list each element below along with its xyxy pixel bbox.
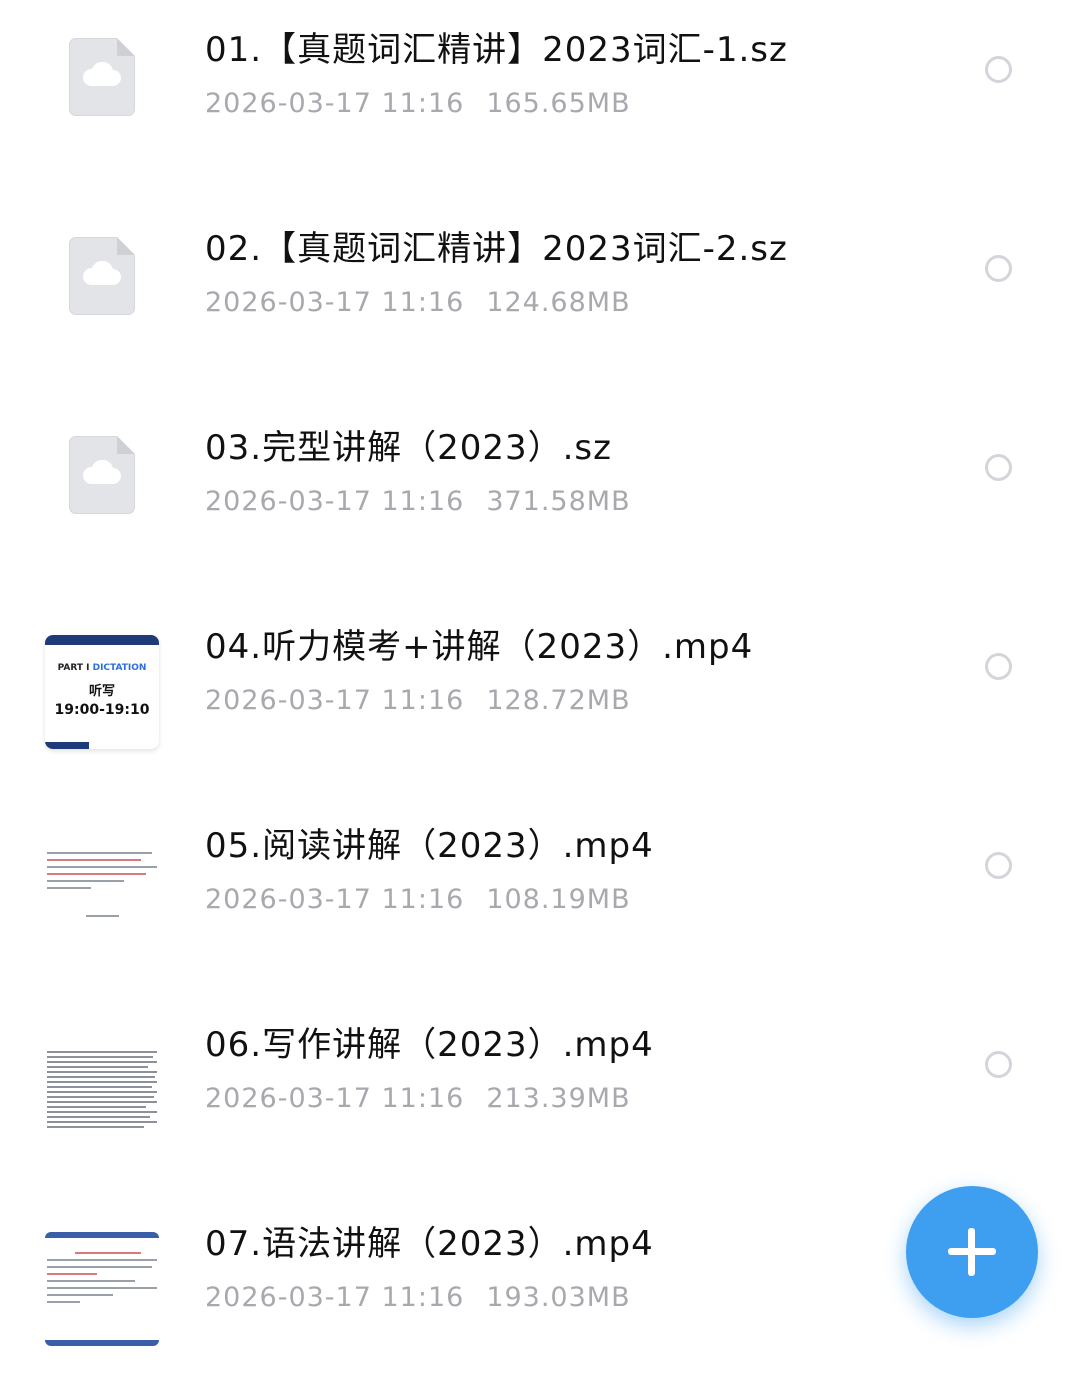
cloud-file-icon	[69, 237, 135, 315]
file-meta: 2026-03-17 11:16 128.72MB	[205, 685, 631, 716]
file-meta: 2026-03-17 11:16 213.39MB	[205, 1083, 631, 1114]
file-size: 128.72MB	[486, 685, 631, 716]
file-date: 2026-03-17 11:16	[205, 287, 465, 318]
file-date: 2026-03-17 11:16	[205, 884, 465, 915]
file-name: 01.【真题词汇精讲】2023词汇-1.sz	[205, 30, 788, 70]
cloud-file-icon	[69, 436, 135, 514]
file-size: 193.03MB	[486, 1282, 631, 1313]
file-thumbnail	[45, 38, 159, 152]
file-size: 108.19MB	[486, 884, 631, 915]
file-date: 2026-03-17 11:16	[205, 486, 465, 517]
file-meta: 2026-03-17 11:16 165.65MB	[205, 88, 631, 119]
file-list: 01.【真题词汇精讲】2023词汇-1.sz 2026-03-17 11:16 1…	[0, 0, 1080, 1389]
add-button[interactable]	[906, 1186, 1038, 1318]
thumb-title: 听写	[88, 684, 115, 699]
cloud-file-icon	[69, 38, 135, 116]
file-size: 124.68MB	[486, 287, 631, 318]
file-name: 04.听力模考+讲解（2023）.mp4	[205, 627, 754, 667]
select-radio[interactable]	[985, 852, 1012, 879]
file-name: 02.【真题词汇精讲】2023词汇-2.sz	[205, 229, 788, 269]
file-size: 371.58MB	[486, 486, 631, 517]
thumb-part-label: PART I	[57, 663, 90, 673]
video-thumbnail	[45, 834, 159, 948]
file-meta: 2026-03-17 11:16 193.03MB	[205, 1282, 631, 1313]
file-date: 2026-03-17 11:16	[205, 685, 465, 716]
file-row[interactable]: 03.完型讲解（2023）.sz 2026-03-17 11:16 371.58M…	[0, 398, 1080, 597]
file-meta: 2026-03-17 11:16 108.19MB	[205, 884, 631, 915]
file-row[interactable]: 05.阅读讲解（2023）.mp4 2026-03-17 11:16 108.19…	[0, 796, 1080, 995]
file-meta: 2026-03-17 11:16 124.68MB	[205, 287, 631, 318]
file-thumbnail	[45, 1033, 159, 1147]
file-row[interactable]: 02.【真题词汇精讲】2023词汇-2.sz 2026-03-17 11:16 1…	[0, 199, 1080, 398]
select-radio[interactable]	[985, 1051, 1012, 1078]
file-thumbnail	[45, 834, 159, 948]
file-date: 2026-03-17 11:16	[205, 88, 465, 119]
video-thumbnail	[45, 1033, 159, 1147]
file-meta: 2026-03-17 11:16 371.58MB	[205, 486, 631, 517]
file-thumbnail: PART I DICTATION 听写 19:00-19:10	[45, 635, 159, 749]
file-row[interactable]: PART I DICTATION 听写 19:00-19:10 04.听力模考+…	[0, 597, 1080, 796]
video-thumbnail: PART I DICTATION 听写 19:00-19:10	[45, 635, 159, 749]
thumb-section-label: DICTATION	[92, 663, 147, 673]
file-date: 2026-03-17 11:16	[205, 1282, 465, 1313]
video-thumbnail	[45, 1232, 159, 1346]
file-name: 06.写作讲解（2023）.mp4	[205, 1025, 654, 1065]
file-size: 213.39MB	[486, 1083, 631, 1114]
select-radio[interactable]	[985, 56, 1012, 83]
file-name: 03.完型讲解（2023）.sz	[205, 428, 612, 468]
file-name: 07.语法讲解（2023）.mp4	[205, 1224, 654, 1264]
file-name: 05.阅读讲解（2023）.mp4	[205, 826, 654, 866]
file-thumbnail	[45, 1232, 159, 1346]
file-thumbnail	[45, 237, 159, 351]
file-thumbnail	[45, 436, 159, 550]
thumb-time: 19:00-19:10	[54, 702, 150, 718]
file-size: 165.65MB	[486, 88, 631, 119]
file-row[interactable]: 01.【真题词汇精讲】2023词汇-1.sz 2026-03-17 11:16 1…	[0, 0, 1080, 199]
select-radio[interactable]	[985, 653, 1012, 680]
file-date: 2026-03-17 11:16	[205, 1083, 465, 1114]
select-radio[interactable]	[985, 255, 1012, 282]
file-row[interactable]: 06.写作讲解（2023）.mp4 2026-03-17 11:16 213.39…	[0, 995, 1080, 1194]
select-radio[interactable]	[985, 454, 1012, 481]
